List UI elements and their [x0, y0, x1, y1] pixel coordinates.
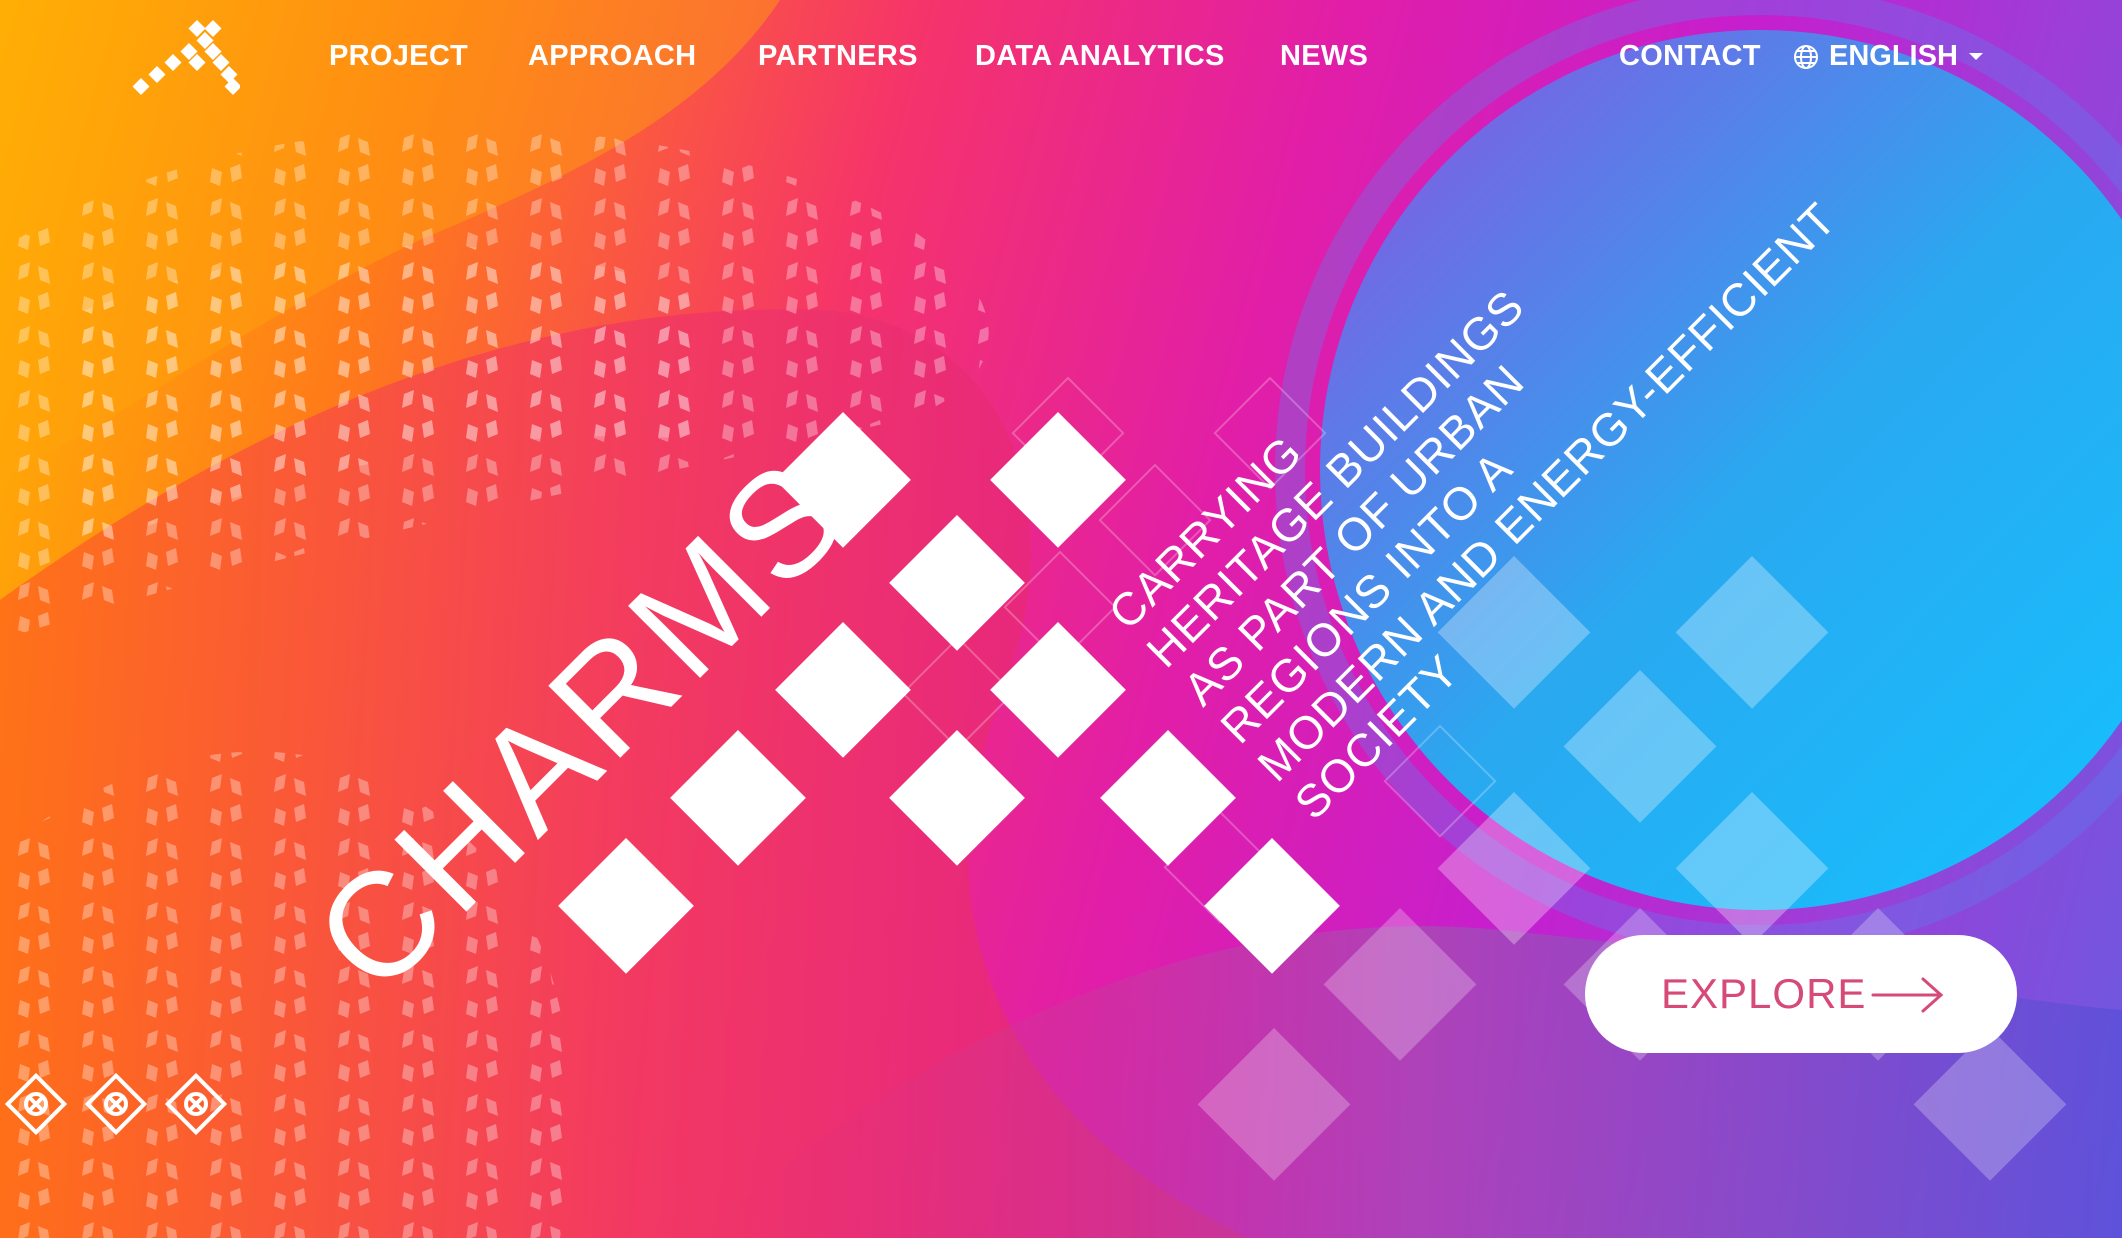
explore-button[interactable]: EXPLORE [1585, 935, 2017, 1053]
ornament-icons [4, 1072, 228, 1136]
arrow-right-icon [1871, 977, 1944, 1013]
explore-label: EXPLORE [1661, 970, 1867, 1017]
hero-brand: CHARMS [284, 427, 880, 1023]
